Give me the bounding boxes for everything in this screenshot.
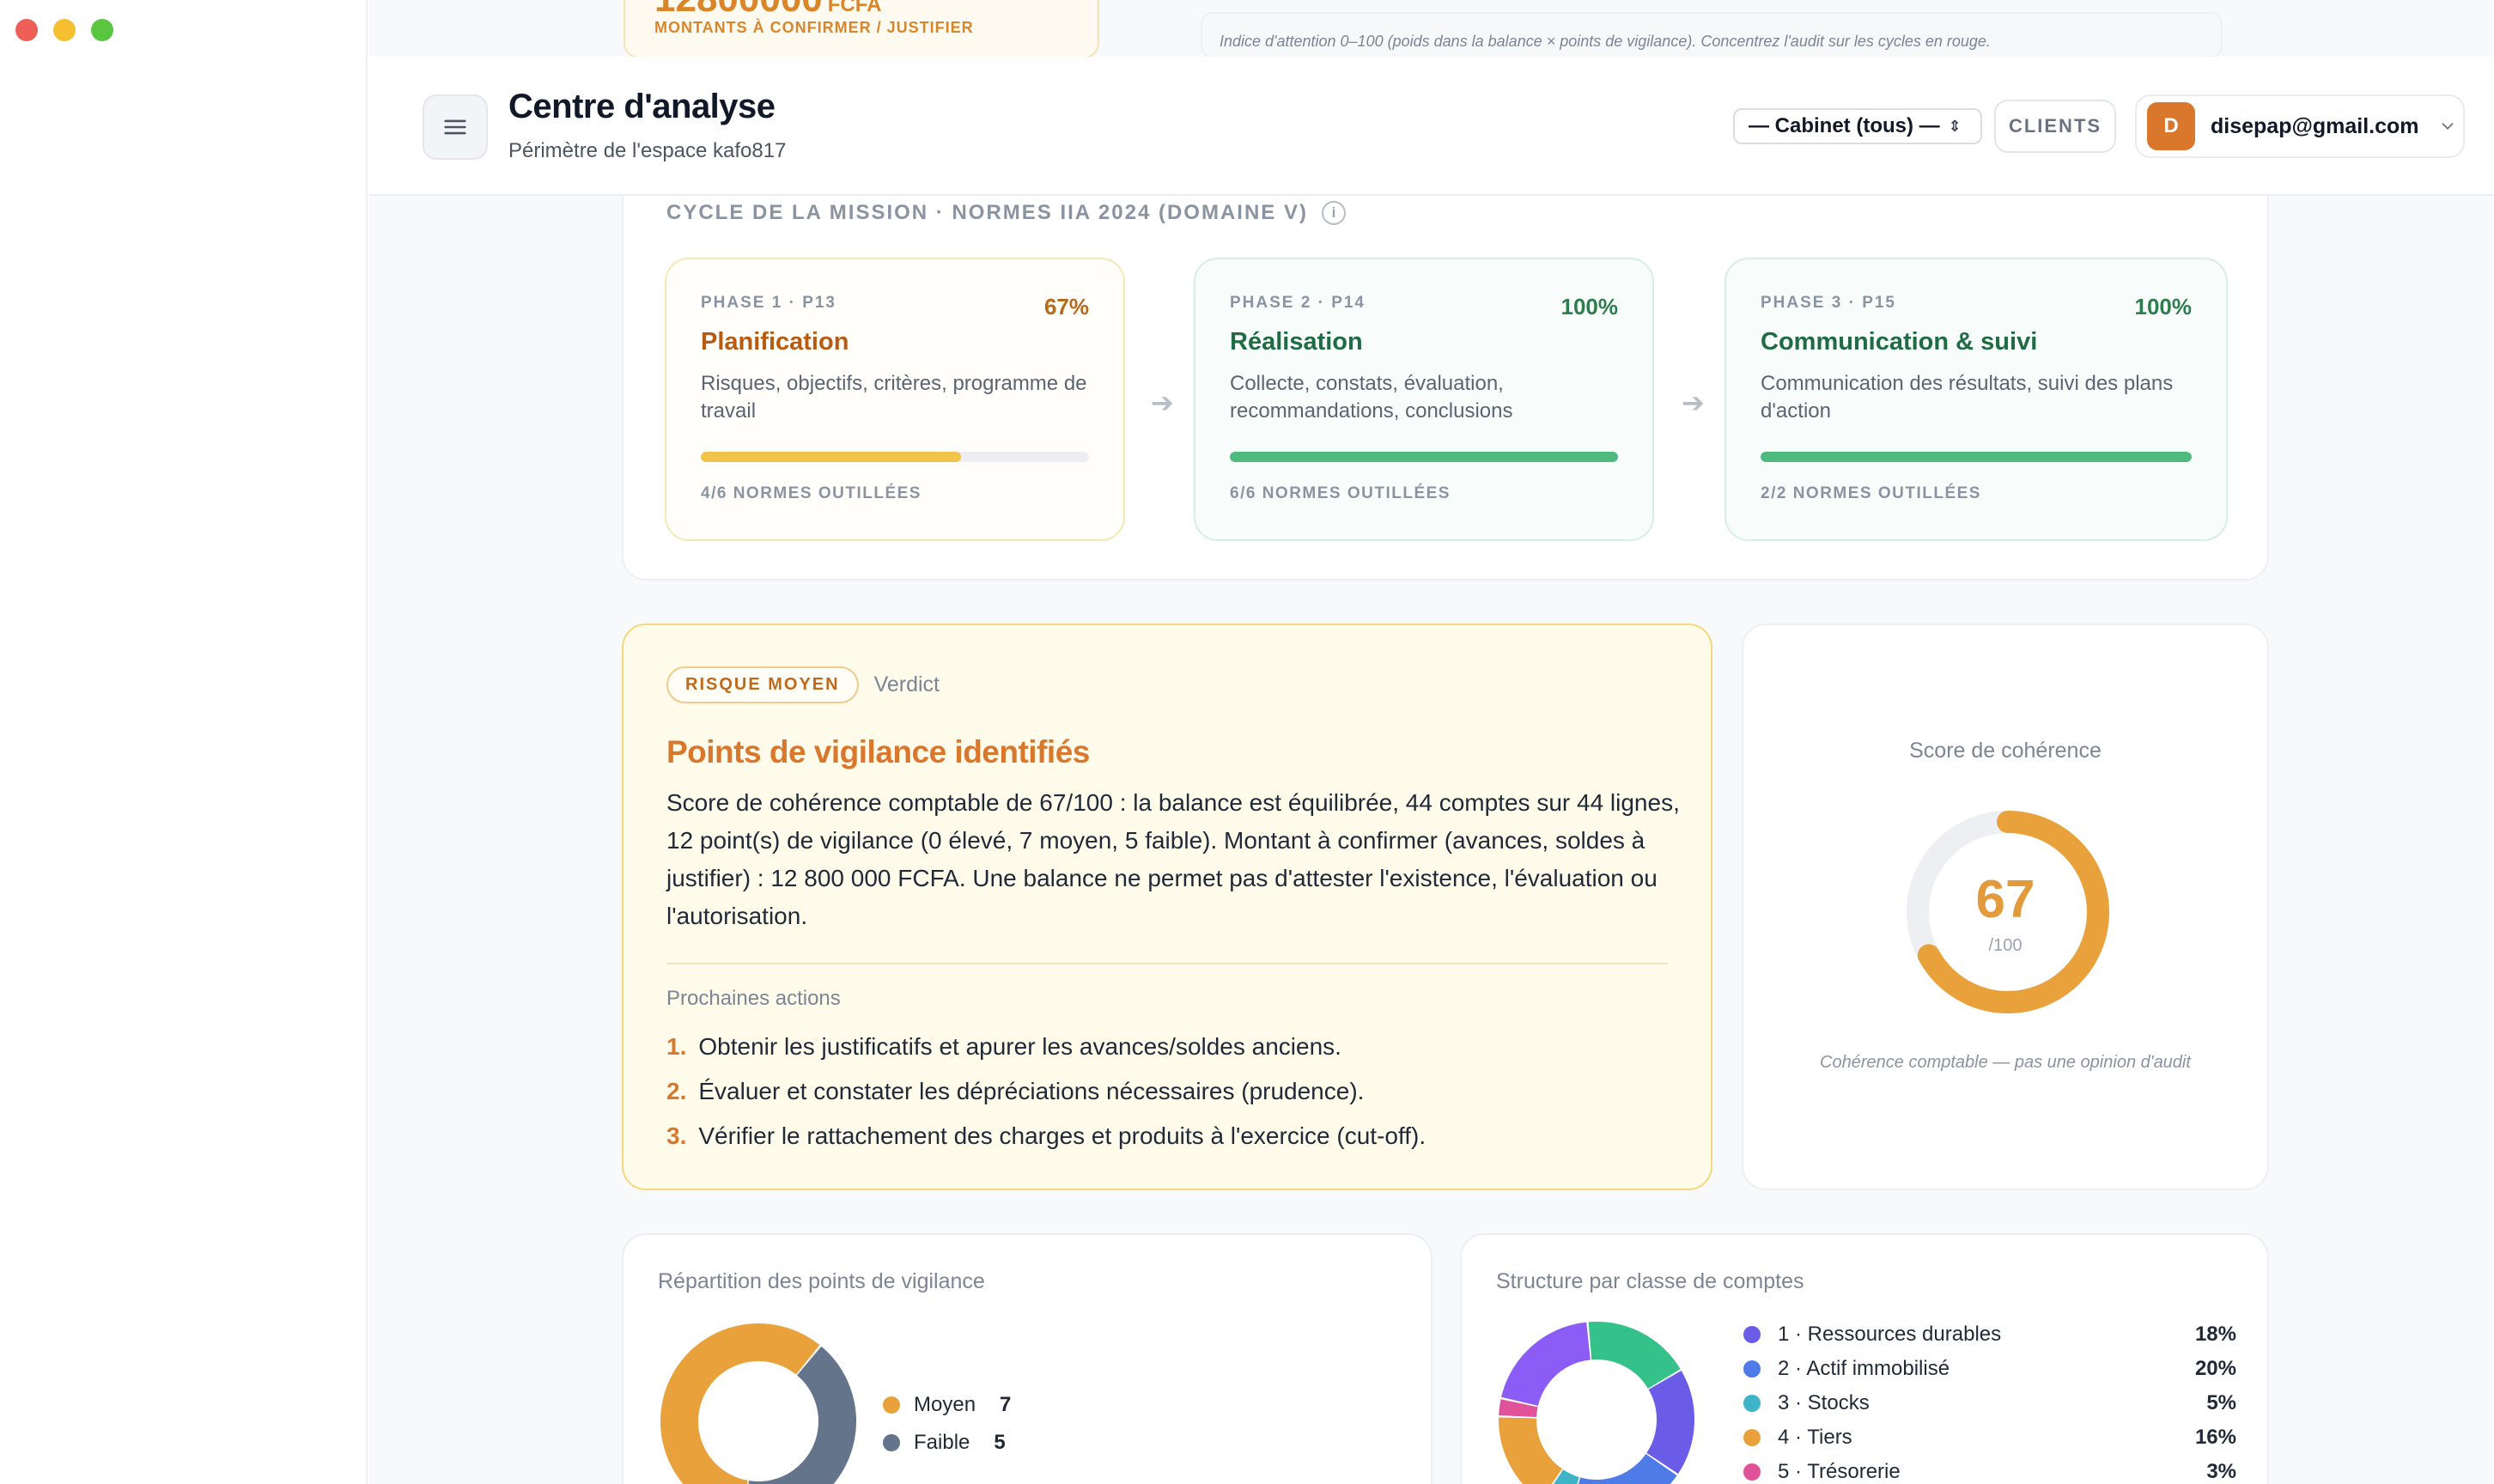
legend-dot [883, 1434, 900, 1451]
verdict-card: RISQUE MOYEN Verdict Points de vigilance… [622, 623, 1712, 1190]
legend-dot [1743, 1463, 1761, 1481]
select-updown-icon: ⇕ [1948, 117, 1962, 135]
arrow-right-icon: ➔ [1151, 387, 1174, 418]
card-title: Répartition des points de vigilance [658, 1269, 985, 1293]
legend-item: 1 · Ressources durables 18% [1743, 1317, 2236, 1352]
page-title: Centre d'analyse [508, 88, 776, 125]
window-controls [15, 19, 113, 41]
phase-norms: 2/2 NORMES OUTILLÉES [1761, 484, 1981, 502]
main-content: 12800000FCFA MONTANTS À CONFIRMER / JUST… [369, 0, 2494, 1484]
action-item: 1. Obtenir les justificatifs et apurer le… [666, 1033, 1341, 1060]
phase-title: Réalisation [1230, 328, 1363, 356]
divider [666, 963, 1668, 964]
phase-percent: 67% [1043, 294, 1089, 319]
minimize-window-button[interactable] [53, 19, 76, 41]
vigilance-donut-chart [660, 1323, 856, 1484]
phase-progress-fill [1761, 452, 2192, 462]
phase-description: Collecte, constats, évaluation, recomman… [1230, 372, 1513, 423]
info-icon[interactable]: i [1321, 201, 1346, 225]
card-title: Structure par classe de comptes [1496, 1269, 1804, 1293]
account-structure-card: Structure par classe de comptes 1 · Ress… [1460, 1233, 2269, 1484]
next-actions-list: 1. Obtenir les justificatifs et apurer le… [666, 1025, 1668, 1159]
top-bar: Centre d'analyse Périmètre de l'espace k… [369, 57, 2494, 196]
sidebar [0, 0, 368, 1484]
legend-dot [1743, 1429, 1761, 1446]
phase-progress-bar [1761, 452, 2192, 462]
cycle-heading: CYCLE DE LA MISSION · NORMES IIA 2024 (D… [666, 201, 1346, 225]
structure-legend: 1 · Ressources durables 18% 2 · Actif imm… [1743, 1317, 2236, 1484]
risk-badge: RISQUE MOYEN [666, 666, 859, 703]
close-window-button[interactable] [15, 19, 38, 41]
phase-description: Communication des résultats, suivi des p… [1761, 372, 2174, 423]
phase-progress-bar [1230, 452, 1618, 462]
score-max: /100 [1988, 936, 2023, 955]
action-item: 3. Vérifier le rattachement des charges e… [666, 1122, 1426, 1149]
amount-label: MONTANTS À CONFIRMER / JUSTIFIER [654, 19, 974, 36]
legend-dot [1743, 1395, 1761, 1412]
phase-tag: PHASE 1 · P13 [701, 294, 836, 312]
vigilance-distribution-card: Répartition des points de vigilance Moye… [622, 1233, 1433, 1484]
phase-percent: 100% [1560, 294, 1619, 319]
next-actions-label: Prochaines actions [666, 987, 841, 1010]
action-item: 2. Évaluer et constater les dépréciations… [666, 1078, 1365, 1104]
phase-card-communication[interactable]: PHASE 3 · P15 100% Communication & suivi… [1725, 258, 2228, 541]
verdict-body: Score de cohérence comptable de 67/100 :… [666, 789, 1680, 929]
vigilance-legend: Moyen 7 Faible 5 [883, 1386, 1011, 1462]
amount-to-confirm-card: 12800000FCFA MONTANTS À CONFIRMER / JUST… [624, 0, 1099, 58]
arrow-right-icon: ➔ [1682, 387, 1705, 418]
legend-item: Faible 5 [883, 1424, 1011, 1462]
score-value: 67 [1975, 870, 2035, 929]
avatar: D [2147, 102, 2195, 150]
maximize-window-button[interactable] [91, 19, 113, 41]
attention-index-note: Indice d'attention 0–100 (poids dans la … [1201, 12, 2223, 58]
structure-donut-chart [1499, 1322, 1694, 1484]
phase-progress-fill [701, 452, 961, 462]
user-email: disepap@gmail.com [2211, 113, 2419, 138]
legend-item: 2 · Actif immobilisé 20% [1743, 1352, 2236, 1386]
coherence-score-card: Score de cohérence 67 /100 Cohérence com… [1742, 623, 2269, 1190]
legend-dot [1743, 1326, 1761, 1343]
chevron-down-icon [2442, 123, 2453, 131]
legend-item: 5 · Trésorerie 3% [1743, 1455, 2236, 1484]
legend-item: 4 · Tiers 16% [1743, 1420, 2236, 1455]
phase-tag: PHASE 3 · P15 [1761, 294, 1896, 312]
page-subtitle: Périmètre de l'espace kafo817 [508, 139, 787, 162]
legend-item: 3 · Stocks 5% [1743, 1386, 2236, 1420]
legend-item: Moyen 7 [883, 1386, 1011, 1424]
user-menu[interactable]: D disepap@gmail.com [2135, 94, 2465, 158]
phase-card-planification[interactable]: PHASE 1 · P13 67% Planification Risques,… [665, 258, 1125, 541]
menu-button[interactable] [423, 94, 488, 160]
phase-card-realisation[interactable]: PHASE 2 · P14 100% Réalisation Collecte,… [1194, 258, 1654, 541]
legend-dot [883, 1396, 900, 1414]
phase-percent: 100% [2134, 294, 2193, 319]
phase-progress-bar [701, 452, 1089, 462]
phase-title: Planification [701, 328, 849, 356]
phase-progress-fill [1230, 452, 1618, 462]
hamburger-menu-icon [444, 119, 466, 135]
score-footnote: Cohérence comptable — pas une opinion d'… [1820, 1053, 2191, 1072]
score-title: Score de cohérence [1909, 739, 2102, 763]
clients-button[interactable]: CLIENTS [1994, 100, 2116, 153]
mission-cycle-card: CYCLE DE LA MISSION · NORMES IIA 2024 (D… [622, 155, 2269, 581]
phase-tag: PHASE 2 · P14 [1230, 294, 1366, 312]
verdict-title: Points de vigilance identifiés [666, 734, 1090, 769]
cabinet-select-value: — Cabinet (tous) — [1749, 114, 1940, 137]
amount-value: 12800000FCFA [654, 0, 882, 20]
verdict-label: Verdict [873, 672, 940, 696]
phase-norms: 4/6 NORMES OUTILLÉES [701, 484, 922, 502]
phase-title: Communication & suivi [1761, 328, 2038, 356]
phase-description: Risques, objectifs, critères, programme … [701, 372, 1087, 423]
legend-dot [1743, 1360, 1761, 1378]
phase-norms: 6/6 NORMES OUTILLÉES [1230, 484, 1451, 502]
cabinet-select[interactable]: — Cabinet (tous) — ⇕ [1733, 108, 1982, 144]
